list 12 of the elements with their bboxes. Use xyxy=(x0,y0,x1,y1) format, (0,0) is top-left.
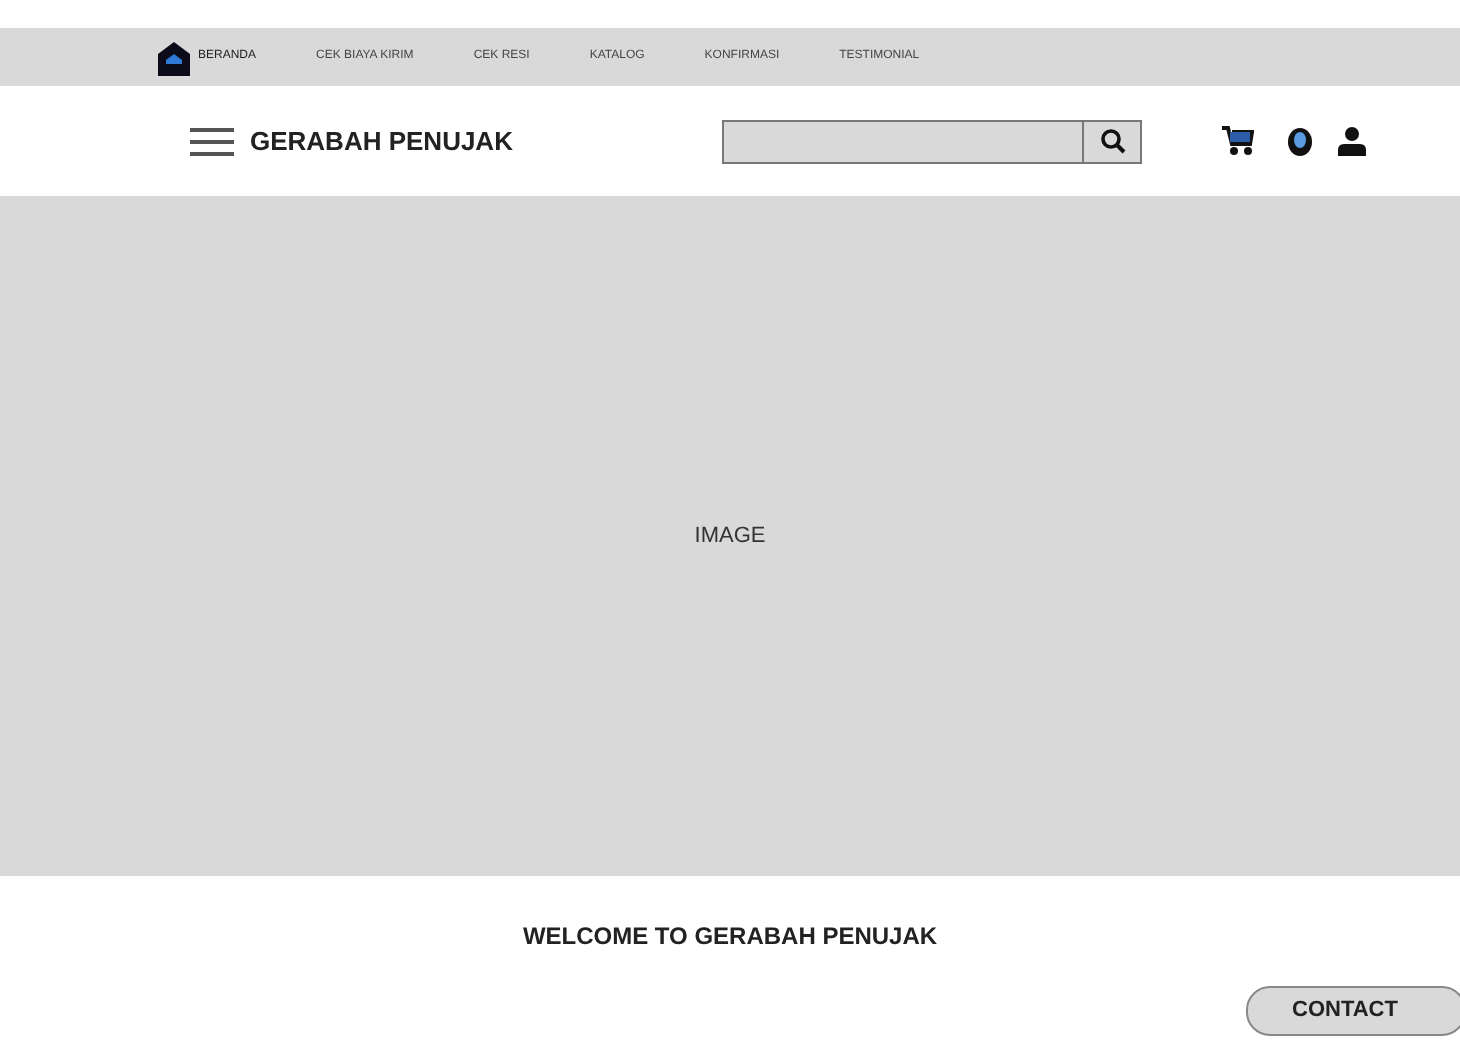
contact-button[interactable]: CONTACT xyxy=(1246,986,1460,1035)
user-icon[interactable] xyxy=(1338,126,1367,156)
home-icon xyxy=(156,39,192,75)
brand-name[interactable]: GERABAH PENUJAK xyxy=(250,121,513,161)
welcome-heading: WELCOME TO GERABAH PENUJAK xyxy=(520,920,940,954)
search-button[interactable] xyxy=(1084,119,1143,163)
search-icon xyxy=(1099,128,1126,154)
cart-icon[interactable] xyxy=(1222,126,1255,156)
image-label: IMAGE xyxy=(694,521,766,552)
search-field[interactable] xyxy=(722,119,1085,163)
menu-icon[interactable] xyxy=(190,127,234,155)
location-icon[interactable] xyxy=(1286,125,1315,157)
